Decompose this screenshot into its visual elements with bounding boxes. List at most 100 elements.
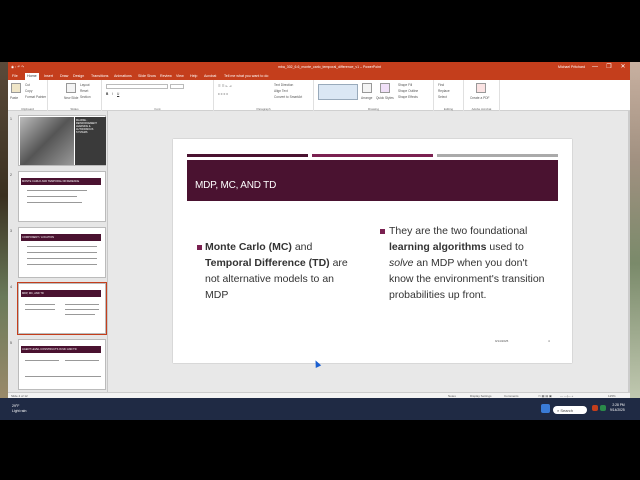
tab-review[interactable]: Review <box>160 74 172 78</box>
tab-design[interactable]: Design <box>73 74 84 78</box>
select-button[interactable]: Select <box>438 95 447 99</box>
text: used to <box>486 241 524 253</box>
group-font: B I U Font <box>102 80 214 111</box>
slide[interactable]: MDP, MC, AND TD Monte Carlo (MC) and Tem… <box>173 139 572 363</box>
align-text-button[interactable]: Align Text <box>274 89 288 93</box>
group-label: Clipboard <box>21 106 34 111</box>
reset-button[interactable]: Reset <box>80 89 88 93</box>
thumb-line <box>25 360 59 361</box>
vertical-scrollbar[interactable] <box>628 111 630 392</box>
create-pdf-button[interactable]: Create a PDF <box>470 96 490 100</box>
slide-thumbnail-4[interactable]: MDP, MC, AND TD <box>17 282 107 335</box>
thumb-line <box>27 252 97 253</box>
bullet-icon <box>380 229 385 234</box>
pdf-icon[interactable] <box>476 83 486 93</box>
tab-animations[interactable]: Animations <box>114 74 132 78</box>
thumb-line <box>65 304 99 305</box>
minimize-icon[interactable]: — <box>588 62 602 72</box>
slide-thumbnail-3[interactable]: COMPONENT / LOCATION <box>18 227 106 278</box>
autosave-icon[interactable]: ◉ ▫ ↶ ↷ <box>11 65 24 69</box>
tab-help[interactable]: Help <box>190 74 197 78</box>
bullet-icon <box>197 245 202 250</box>
italic-icon[interactable]: I <box>112 92 113 96</box>
footer-date: 9/14/2025 <box>495 339 509 343</box>
bold-icon[interactable]: B <box>106 92 108 96</box>
thumb-line <box>27 202 82 203</box>
underline-icon[interactable]: U <box>117 92 119 96</box>
cut-button[interactable]: Cut <box>25 83 30 87</box>
shape-effects-button[interactable]: Shape Effects <box>398 95 418 99</box>
shapes-gallery-icon[interactable] <box>318 84 358 100</box>
slide-thumbnail-panel: 1 MLADSE - REINFORCEMENT LEARNING & AUTO… <box>8 111 108 392</box>
paste-icon[interactable] <box>11 83 21 93</box>
system-clock[interactable]: 2:28 PM 9/14/2025 <box>610 403 625 413</box>
tab-home[interactable]: Home <box>25 73 39 80</box>
group-acrobat: Create a PDF Adobe Acrobat <box>464 80 500 111</box>
layout-button[interactable]: Layout <box>80 83 90 87</box>
group-label: Editing <box>443 106 454 111</box>
thumb-number: 1 <box>10 117 12 121</box>
user-name[interactable]: Michael Pritchard <box>558 65 585 69</box>
accent-strip <box>437 154 558 157</box>
slide-thumbnail-5[interactable]: AGENT LEVEL CONSTRUCTS IN MC AND TD <box>18 339 106 390</box>
quick-styles-button[interactable]: Quick Styles <box>376 96 394 100</box>
thumb-title-bar: AGENT LEVEL CONSTRUCTS IN MC AND TD <box>21 346 101 353</box>
desktop-wallpaper-left <box>0 62 8 398</box>
thumb-line <box>27 196 77 197</box>
new-slide-button[interactable]: New Slide <box>64 96 78 100</box>
group-label: Paragraph <box>256 106 271 111</box>
powerpoint-taskbar-icon[interactable] <box>592 405 598 411</box>
tab-transitions[interactable]: Transitions <box>91 74 108 78</box>
text: They are the two foundational <box>389 225 528 237</box>
arrange-icon[interactable] <box>362 83 372 93</box>
new-slide-icon[interactable] <box>66 83 76 93</box>
app-taskbar-icon[interactable] <box>600 405 606 411</box>
copy-button[interactable]: Copy <box>25 89 32 93</box>
shape-fill-button[interactable]: Shape Fill <box>398 83 412 87</box>
paste-button[interactable]: Paste <box>10 96 18 100</box>
font-name-dropdown[interactable] <box>106 84 168 89</box>
weather-widget[interactable]: 29°F Light rain <box>12 404 26 414</box>
tab-insert[interactable]: Insert <box>44 74 53 78</box>
align-icon[interactable]: ≡ ≡ ≡ ≡ <box>218 92 228 96</box>
start-icon[interactable] <box>541 404 550 413</box>
right-bullet-text[interactable]: They are the two foundational learning a… <box>389 223 549 303</box>
group-slides: New Slide Layout Reset Section Slides <box>48 80 102 111</box>
group-label: Slides <box>70 106 79 111</box>
thumb-line <box>27 190 87 191</box>
slide-title[interactable]: MDP, MC, AND TD <box>195 180 276 191</box>
section-button[interactable]: Section <box>80 95 91 99</box>
tab-file[interactable]: File <box>12 74 18 78</box>
tab-slide-show[interactable]: Slide Show <box>138 74 156 78</box>
bold-text: Temporal Difference (TD) <box>205 257 330 269</box>
font-size-dropdown[interactable] <box>170 84 184 89</box>
weather-desc: Light rain <box>12 409 27 413</box>
format-painter-button[interactable]: Format Painter <box>25 95 46 99</box>
window-title: mba_302_6.6_monte_carlo_temporal_differe… <box>278 65 381 69</box>
convert-smartart-button[interactable]: Convert to SmartArt <box>274 95 302 99</box>
title-bar: ◉ ▫ ↶ ↷ mba_302_6.6_monte_carlo_temporal… <box>8 62 630 72</box>
arrange-button[interactable]: Arrange <box>361 96 372 100</box>
tab-view[interactable]: View <box>176 74 184 78</box>
close-icon[interactable]: ✕ <box>616 62 630 72</box>
bullets-icon[interactable]: ☰ ☰ ⇤ ⇥ <box>218 84 232 88</box>
thumb-title: MONTE CARLO AND TEMPORAL DIFFERENCE <box>22 180 80 183</box>
replace-button[interactable]: Replace <box>438 89 450 93</box>
find-button[interactable]: Find <box>438 83 444 87</box>
tab-acrobat[interactable]: Acrobat <box>204 74 216 78</box>
text-direction-button[interactable]: Text Direction <box>274 83 293 87</box>
left-bullet-text[interactable]: Monte Carlo (MC) and Temporal Difference… <box>205 239 355 303</box>
taskbar-search[interactable]: ⌕ Search <box>553 406 587 414</box>
clock-date: 9/14/2025 <box>610 408 625 412</box>
quick-styles-icon[interactable] <box>380 83 390 93</box>
thumb-number: 2 <box>10 173 12 177</box>
restore-icon[interactable]: ❐ <box>602 62 616 72</box>
slide-thumbnail-1[interactable]: MLADSE - REINFORCEMENT LEARNING & AUTONO… <box>18 115 106 166</box>
tell-me-search[interactable]: Tell me what you want to do <box>224 74 268 78</box>
accent-strip <box>187 154 308 157</box>
thumb-line <box>25 309 55 310</box>
slide-thumbnail-2[interactable]: MONTE CARLO AND TEMPORAL DIFFERENCE <box>18 171 106 222</box>
tab-draw[interactable]: Draw <box>60 74 68 78</box>
shape-outline-button[interactable]: Shape Outline <box>398 89 418 93</box>
thumb-title: AGENT LEVEL CONSTRUCTS IN MC AND TD <box>22 348 77 351</box>
